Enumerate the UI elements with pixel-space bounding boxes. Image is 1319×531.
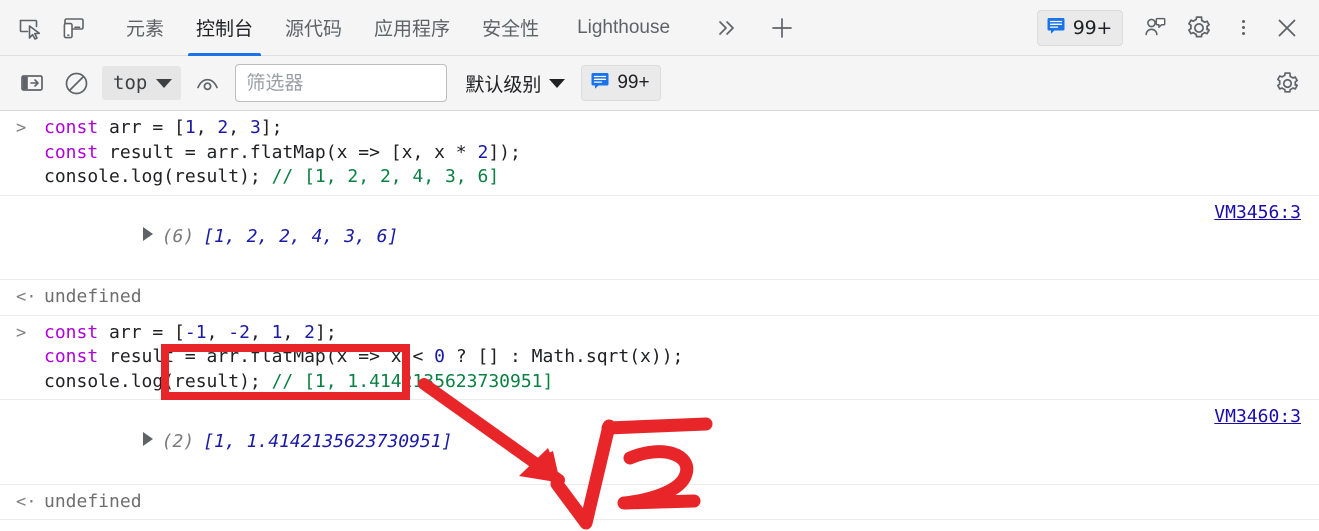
tab-console[interactable]: 控制台 [180,0,269,56]
console-filter-toolbar: top 默认级别 99+ [0,56,1319,111]
console-output-row: <· undefined [0,485,1319,520]
device-toolbar-icon[interactable] [52,8,96,48]
close-icon[interactable] [1265,8,1309,48]
tab-security-label: 安全性 [482,18,540,40]
console-prompt-input[interactable] [0,525,1311,531]
issues-message-icon [590,70,610,96]
console-result-row[interactable]: (6) [1, 2, 2, 4, 3, 6] VM3456:3 [0,196,1319,280]
clear-console-icon[interactable] [54,63,98,103]
tabbar-right-actions: 99+ [1036,8,1319,48]
tab-security[interactable]: 安全性 [466,0,555,56]
tab-sources[interactable]: 源代码 [269,0,358,56]
console-message-list: > const arr = [1, 2, 3]; const result = … [0,111,1319,531]
return-arrow-icon: <· [16,287,37,307]
console-result-row[interactable]: (2) [1, 1.4142135623730951] VM3460:3 [0,400,1319,485]
tab-sources-label: 源代码 [285,18,343,40]
filterbar-right-actions [1265,63,1309,103]
log-level-label: 默认级别 [465,73,542,96]
chevron-down-icon [549,78,566,88]
tab-lighthouse-label: Lighthouse [577,16,671,38]
tab-console-label: 控制台 [196,18,254,40]
console-prompt-row[interactable]: > [0,520,1319,531]
expand-triangle-icon[interactable] [142,227,153,241]
console-sidebar-icon[interactable] [10,63,54,103]
filterbar-issues-badge[interactable]: 99+ [581,65,661,101]
add-tab-icon[interactable] [760,8,804,48]
return-arrow-icon: <· [16,491,37,512]
more-tabs-icon[interactable] [704,8,748,48]
undefined-value: undefined [44,490,142,512]
execution-context-value: top [113,72,148,94]
tab-elements[interactable]: 元素 [110,0,180,56]
array-count-label: (2) [161,430,195,452]
issues-badge[interactable]: 99+ [1036,9,1123,46]
panel-tabs: 元素 控制台 源代码 应用程序 安全性 Lighthouse [110,0,692,56]
more-options-dots [1241,20,1245,35]
console-output-row: <· undefined [0,280,1319,316]
console-input-code: const arr = [-1, -2, 1, 2]; const result… [44,321,684,392]
array-count-label: (6) [161,226,195,247]
tab-application[interactable]: 应用程序 [358,0,466,56]
inspect-element-icon[interactable] [8,8,52,48]
console-input-row[interactable]: > const arr = [-1, -2, 1, 2]; const resu… [0,316,1319,400]
console-input-code: const arr = [1, 2, 3]; const result = ar… [44,117,521,187]
eye-icon[interactable] [185,63,229,103]
prompt-arrow-icon: > [16,118,27,138]
tab-elements-label: 元素 [126,18,165,40]
execution-context-select[interactable]: top [102,66,182,100]
user-feedback-icon[interactable] [1133,8,1177,48]
gear-icon[interactable] [1265,63,1309,103]
devtools-tabbar: 元素 控制台 源代码 应用程序 安全性 Lighthouse 99+ [0,0,1319,56]
array-value-highlighted: 1.4142135623730951] [246,430,453,452]
filterbar-issues-count: 99+ [617,72,650,93]
tab-application-label: 应用程序 [374,18,451,40]
gear-icon[interactable] [1177,8,1221,48]
source-link[interactable]: VM3456:3 [1214,201,1301,226]
issues-count: 99+ [1072,16,1113,39]
filter-input[interactable] [235,64,448,102]
more-options-icon[interactable] [1221,8,1265,48]
chevron-down-icon [156,78,173,88]
prompt-arrow-icon: > [16,525,38,531]
undefined-value: undefined [44,286,142,307]
console-input-row[interactable]: > const arr = [1, 2, 3]; const result = … [0,111,1319,196]
issues-message-icon [1046,15,1066,41]
prompt-arrow-icon: > [16,322,27,343]
source-link[interactable]: VM3460:3 [1214,405,1301,430]
array-value-prefix: [1, [203,430,247,452]
array-value: [1, 2, 2, 4, 3, 6] [203,226,399,247]
expand-triangle-icon[interactable] [142,431,153,446]
tab-lighthouse[interactable]: Lighthouse [555,0,692,56]
devtools-window: 元素 控制台 源代码 应用程序 安全性 Lighthouse 99+ top 筛… [0,0,1319,531]
log-level-select[interactable]: 默认级别 [465,70,566,97]
